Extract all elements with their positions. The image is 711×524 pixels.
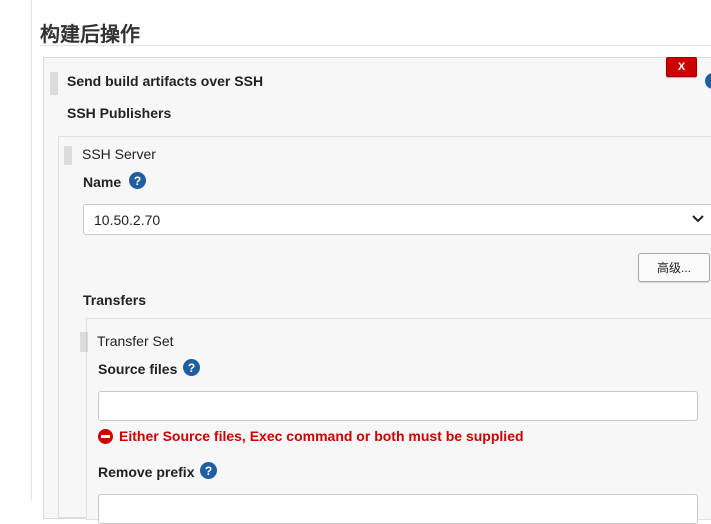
validation-error: Either Source files, Exec command or bot… (98, 428, 524, 444)
chevron-down-icon[interactable] (692, 213, 704, 227)
ssh-server-label: SSH Server (82, 146, 156, 162)
help-icon[interactable]: ? (183, 359, 200, 376)
transfer-set-label: Transfer Set (97, 333, 174, 349)
drag-handle-icon[interactable] (80, 332, 88, 352)
help-icon[interactable]: ? (200, 462, 217, 479)
name-label: Name (83, 174, 122, 190)
error-message: Either Source files, Exec command or bot… (119, 428, 524, 444)
error-icon (98, 428, 113, 444)
left-gutter (0, 0, 32, 501)
section-title: 构建后操作 (40, 24, 140, 46)
transfers-label: Transfers (83, 292, 147, 308)
step-title: Send build artifacts over SSH (67, 73, 264, 89)
drag-handle-icon[interactable] (64, 146, 72, 165)
section-divider (40, 45, 711, 46)
remove-prefix-input[interactable] (98, 494, 698, 524)
ssh-publishers-label: SSH Publishers (67, 105, 172, 121)
help-icon[interactable]: ? (129, 172, 146, 189)
selected-server-value: 10.50.2.70 (94, 211, 161, 228)
source-files-input[interactable] (98, 391, 698, 421)
delete-step-button[interactable]: X (666, 57, 697, 77)
drag-handle-icon[interactable] (50, 72, 58, 95)
remove-prefix-label: Remove prefix (98, 464, 195, 480)
ssh-server-name-select[interactable]: 10.50.2.70 (83, 204, 711, 235)
advanced-button[interactable]: 高级... (638, 253, 710, 282)
source-files-label: Source files (98, 361, 178, 377)
